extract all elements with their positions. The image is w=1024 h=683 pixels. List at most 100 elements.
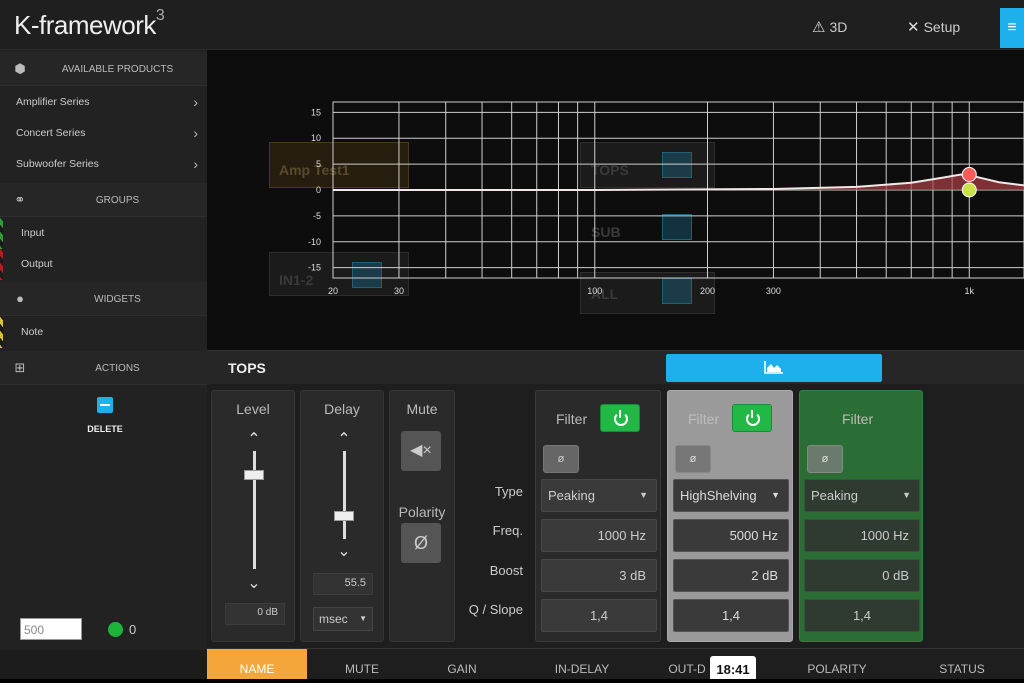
filter-card-2: Filter ø HighShelving ▼ 5000 Hz 2 dB 1,4 — [667, 390, 793, 642]
section-actions[interactable]: ⊞ ACTIONS — [0, 351, 207, 385]
section-available-products[interactable]: ⬢ AVAILABLE PRODUCTS — [0, 52, 207, 86]
delay-up-icon[interactable]: ⌃ — [334, 429, 354, 449]
chevron-down-icon: ▼ — [639, 490, 648, 500]
chevron-down-icon: ▼ — [902, 490, 911, 500]
chevron-down-icon: ▼ — [771, 490, 780, 500]
y-tick-label: -10 — [308, 237, 321, 247]
level-slider-handle[interactable] — [244, 469, 264, 480]
graph-toggle-button[interactable] — [666, 354, 882, 382]
filter-q-field[interactable]: 1,4 — [541, 599, 657, 632]
filter-card-3: Filter ø Peaking ▼ 1000 Hz 0 dB 1,4 — [799, 390, 923, 642]
level-value[interactable]: 0 dB — [225, 603, 285, 625]
sidebar-item-input[interactable]: Input — [0, 218, 207, 249]
filter-marker — [961, 182, 977, 198]
sidebar-item-output[interactable]: Output — [0, 249, 207, 280]
minus-square-icon — [97, 397, 113, 413]
section-widgets[interactable]: ● WIDGETS — [0, 282, 207, 316]
sidebar-item-subwoofer-series[interactable]: Subwoofer Series › — [0, 149, 207, 180]
chevron-right-icon: › — [193, 156, 198, 172]
x-tick-label: 300 — [766, 286, 781, 296]
sidebar-item-note[interactable]: Note — [0, 317, 207, 348]
x-tick-label: 20 — [328, 286, 338, 296]
x-tick-label: 100 — [587, 286, 602, 296]
top-bar: K-framework3 ⚠︎ 3D ✕ Setup ≡ — [0, 0, 1024, 50]
power-toggle-button[interactable] — [600, 404, 640, 432]
phase-button[interactable]: ø — [807, 445, 843, 473]
chat-bubble-icon: ● — [16, 291, 24, 306]
row-label-type: Type — [494, 484, 523, 499]
delay-value[interactable]: 55.5 — [313, 573, 373, 595]
section-groups[interactable]: ⚭ GROUPS — [0, 183, 207, 217]
delay-card: Delay ⌃ ⌄ 55.5 msec ▼ — [300, 390, 384, 642]
bottom-strip — [0, 679, 1024, 683]
x-tick-label: 1k — [965, 286, 975, 296]
power-toggle-button[interactable] — [732, 404, 772, 432]
sidebar: ⬢ AVAILABLE PRODUCTS Amplifier Series › … — [0, 50, 207, 650]
tab-status[interactable]: STATUS — [917, 649, 1007, 683]
column-tab-bar: NAME MUTE GAIN IN-DELAY OUT-D POLARITY S… — [207, 648, 1024, 683]
filter-title: Filter — [556, 411, 588, 427]
3d-button[interactable]: ⚠︎ 3D — [812, 18, 847, 36]
phase-button[interactable]: ø — [543, 445, 579, 473]
row-label-q-slope: Q / Slope — [468, 602, 523, 617]
wrench-icon: ✕ — [907, 19, 920, 36]
tab-gain[interactable]: GAIN — [417, 649, 507, 683]
sidebar-item-concert-series[interactable]: Concert Series › — [0, 118, 207, 149]
level-title: Level — [236, 401, 270, 417]
filter-marker — [961, 166, 977, 182]
controls-panel: Level ⌃ ⌄ 0 dB Delay ⌃ ⌄ 55.5 msec ▼ Mut… — [207, 384, 1024, 648]
filter-freq-field[interactable]: 1000 Hz — [541, 519, 657, 552]
filter-type-select[interactable]: Peaking ▼ — [541, 479, 657, 512]
mute-title: Mute — [406, 401, 438, 417]
filter-boost-field[interactable]: 3 dB — [541, 559, 657, 592]
filter-type-select[interactable]: HighShelving ▼ — [673, 479, 789, 512]
level-down-icon[interactable]: ⌄ — [244, 573, 264, 593]
delay-unit-select[interactable]: msec ▼ — [313, 607, 373, 631]
row-label-boost: Boost — [489, 563, 523, 578]
tab-in-delay[interactable]: IN-DELAY — [527, 649, 637, 683]
eq-chart[interactable]: 15 10 5 0 -5 -10 -15 20 30 100 200 300 1k — [207, 50, 1024, 350]
status-indicator — [108, 622, 123, 637]
speaker-muted-icon: ◀× — [410, 442, 432, 459]
setup-button[interactable]: ✕ Setup — [907, 18, 960, 36]
polarity-title: Polarity — [398, 504, 446, 520]
app-logo[interactable]: K-framework3 — [14, 7, 165, 41]
x-tick-label: 30 — [394, 286, 404, 296]
plus-square-icon: ⊞ — [14, 360, 26, 375]
y-tick-label: -5 — [313, 211, 321, 221]
delete-button[interactable]: DELETE — [70, 397, 140, 434]
filter-q-field[interactable]: 1,4 — [804, 599, 920, 632]
filter-boost-field[interactable]: 2 dB — [673, 559, 789, 592]
chevron-down-icon: ▼ — [359, 614, 367, 623]
filter-freq-field[interactable]: 5000 Hz — [673, 519, 789, 552]
delay-slider-track[interactable] — [343, 451, 346, 539]
filter-type-select[interactable]: Peaking ▼ — [804, 479, 920, 512]
area-chart-icon — [764, 361, 783, 374]
chevron-right-icon: › — [193, 125, 198, 141]
level-card: Level ⌃ ⌄ 0 dB — [211, 390, 295, 642]
chevron-right-icon: › — [193, 94, 198, 110]
level-up-icon[interactable]: ⌃ — [244, 429, 264, 449]
sidebar-item-amplifier-series[interactable]: Amplifier Series › — [0, 87, 207, 118]
hamburger-menu-icon[interactable]: ≡ — [1000, 8, 1024, 48]
delay-down-icon[interactable]: ⌄ — [334, 541, 354, 561]
delay-slider-handle[interactable] — [334, 511, 354, 521]
y-tick-label: 15 — [311, 107, 321, 117]
phase-button[interactable]: ø — [675, 445, 711, 473]
panel-header: TOPS — [207, 350, 1024, 384]
mute-button[interactable]: ◀× — [401, 431, 441, 471]
tab-mute[interactable]: MUTE — [317, 649, 407, 683]
tab-name[interactable]: NAME — [207, 649, 307, 683]
row-label-freq: Freq. — [492, 523, 523, 538]
y-tick-label: 10 — [311, 133, 321, 143]
frequency-response-graph[interactable]: Amp Test1 TOPS SUB ALL IN1-2 15 10 5 0 -5 -10… — [207, 50, 1024, 350]
groups-icon: ⚭ — [14, 192, 26, 207]
filter-freq-field[interactable]: 1000 Hz — [804, 519, 920, 552]
tab-polarity[interactable]: POLARITY — [792, 649, 882, 683]
filter-boost-field[interactable]: 0 dB — [804, 559, 920, 592]
filter-q-field[interactable]: 1,4 — [673, 599, 789, 632]
filter-title: Filter — [842, 411, 874, 427]
y-tick-label: -15 — [308, 263, 321, 273]
value-input[interactable]: 500 — [20, 618, 82, 640]
filter-card-1: Filter ø Peaking ▼ 1000 Hz 3 dB 1,4 — [535, 390, 661, 642]
